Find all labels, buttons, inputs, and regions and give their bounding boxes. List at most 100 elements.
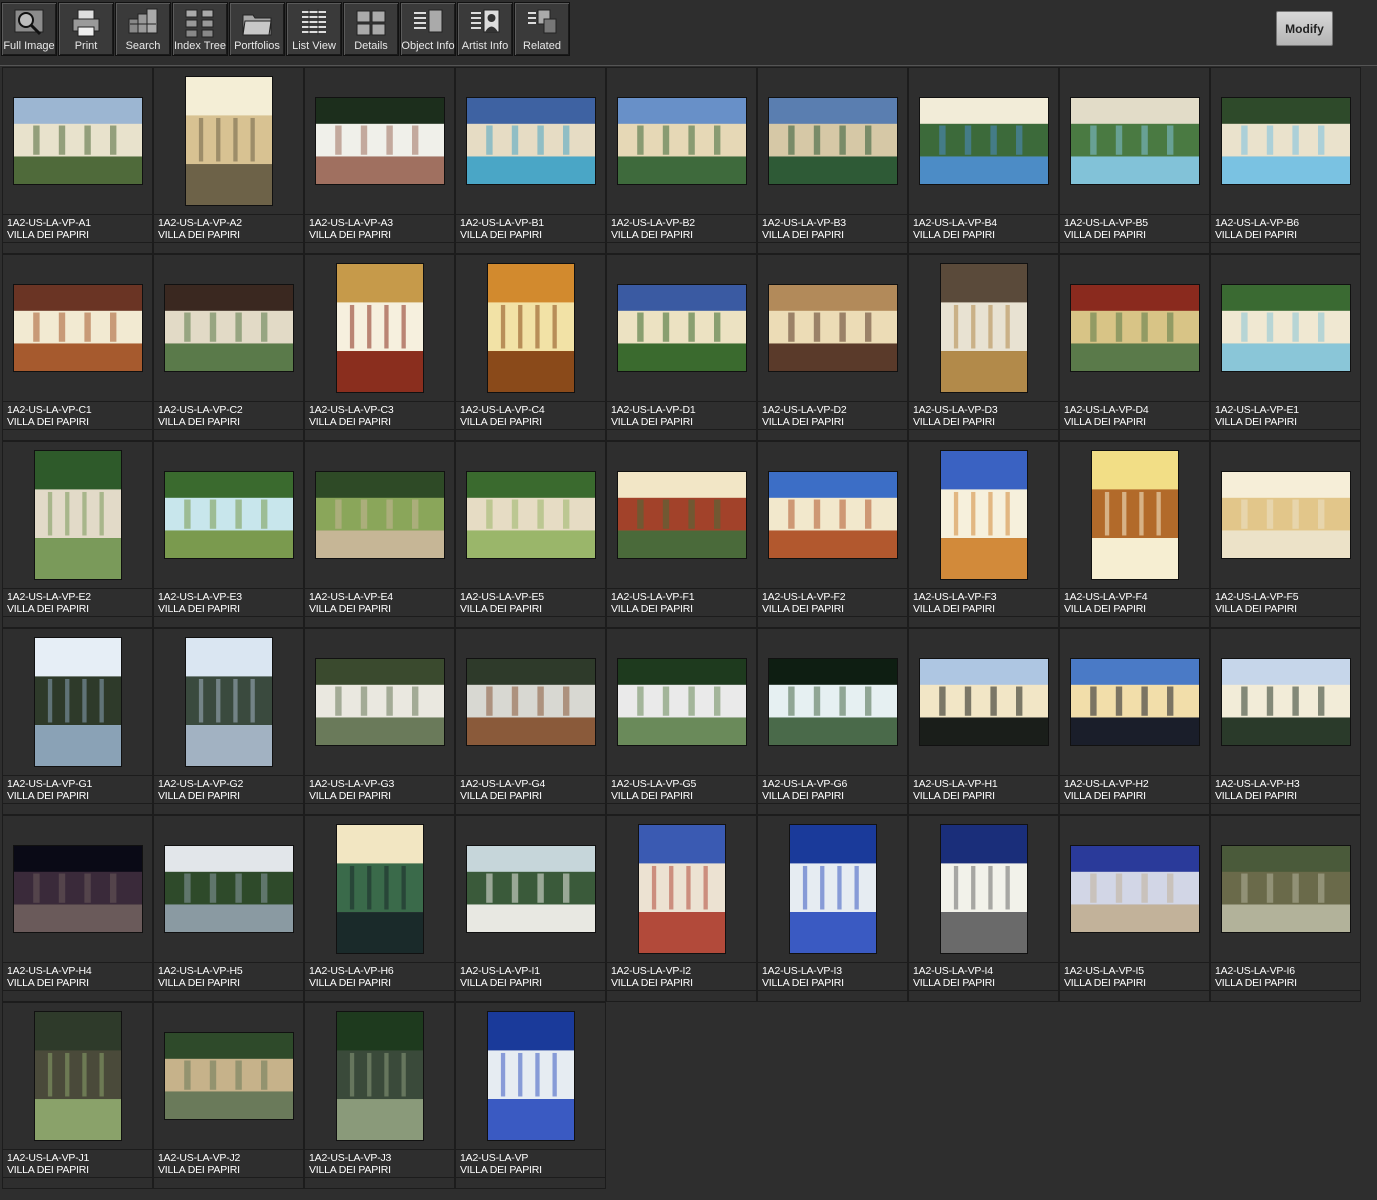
thumbnail-cell[interactable]: 1A2-US-LA-VP-H2 VILLA DEI PAPIRI xyxy=(1059,628,1210,815)
thumbnail-image[interactable] xyxy=(789,825,876,953)
thumbnail-image[interactable] xyxy=(1221,659,1350,745)
thumbnail-cell[interactable]: 1A2-US-LA-VP-G3 VILLA DEI PAPIRI xyxy=(304,628,455,815)
thumbnail-image[interactable] xyxy=(315,472,444,558)
thumbnail-image[interactable] xyxy=(1070,659,1199,745)
thumbnail-cell[interactable]: 1A2-US-LA-VP-B2 VILLA DEI PAPIRI xyxy=(606,67,757,254)
thumbnail-image[interactable] xyxy=(1221,846,1350,932)
thumbnail-image[interactable] xyxy=(164,285,293,371)
thumbnail-cell[interactable]: 1A2-US-LA-VP-D4 VILLA DEI PAPIRI xyxy=(1059,254,1210,441)
thumbnail-cell[interactable]: 1A2-US-LA-VP-F3 VILLA DEI PAPIRI xyxy=(908,441,1059,628)
thumbnail-image[interactable] xyxy=(34,638,121,766)
thumbnail-cell[interactable]: 1A2-US-LA-VP-F2 VILLA DEI PAPIRI xyxy=(757,441,908,628)
modify-button[interactable]: Modify xyxy=(1276,11,1333,46)
thumbnail-cell[interactable]: 1A2-US-LA-VP-A3 VILLA DEI PAPIRI xyxy=(304,67,455,254)
thumbnail-cell[interactable]: 1A2-US-LA-VP-B6 VILLA DEI PAPIRI xyxy=(1210,67,1361,254)
thumbnail-cell[interactable]: 1A2-US-LA-VP-G5 VILLA DEI PAPIRI xyxy=(606,628,757,815)
thumbnail-image[interactable] xyxy=(164,1033,293,1119)
thumbnail-image[interactable] xyxy=(34,1012,121,1140)
thumbnail-cell[interactable]: 1A2-US-LA-VP-D3 VILLA DEI PAPIRI xyxy=(908,254,1059,441)
thumbnail-cell[interactable]: 1A2-US-LA-VP-I1 VILLA DEI PAPIRI xyxy=(455,815,606,1002)
thumbnail-cell[interactable]: 1A2-US-LA-VP-H3 VILLA DEI PAPIRI xyxy=(1210,628,1361,815)
thumbnail-image[interactable] xyxy=(617,472,746,558)
thumbnail-image[interactable] xyxy=(1070,98,1199,184)
thumbnail-image[interactable] xyxy=(1221,472,1350,558)
thumbnail-cell[interactable]: 1A2-US-LA-VP-E2 VILLA DEI PAPIRI xyxy=(2,441,153,628)
thumbnail-image[interactable] xyxy=(164,846,293,932)
object-info-button[interactable]: Object Info xyxy=(400,2,456,56)
thumbnail-image[interactable] xyxy=(940,264,1027,392)
thumbnail-image[interactable] xyxy=(466,98,595,184)
thumbnail-cell[interactable]: 1A2-US-LA-VP-E5 VILLA DEI PAPIRI xyxy=(455,441,606,628)
thumbnail-cell[interactable]: 1A2-US-LA-VP-H4 VILLA DEI PAPIRI xyxy=(2,815,153,1002)
related-button[interactable]: Related xyxy=(514,2,570,56)
thumbnail-image[interactable] xyxy=(940,451,1027,579)
thumbnail-image[interactable] xyxy=(617,285,746,371)
thumbnail-cell[interactable]: 1A2-US-LA-VP-G4 VILLA DEI PAPIRI xyxy=(455,628,606,815)
index-tree-button[interactable]: Index Tree xyxy=(172,2,228,56)
thumbnail-image[interactable] xyxy=(1070,846,1199,932)
thumbnail-cell[interactable]: 1A2-US-LA-VP-C1 VILLA DEI PAPIRI xyxy=(2,254,153,441)
thumbnail-image[interactable] xyxy=(336,825,423,953)
thumbnail-image[interactable] xyxy=(487,1012,574,1140)
full-image-button[interactable]: Full Image xyxy=(1,2,57,56)
thumbnail-cell[interactable]: 1A2-US-LA-VP-J2 VILLA DEI PAPIRI xyxy=(153,1002,304,1189)
thumbnail-cell[interactable]: 1A2-US-LA-VP-I6 VILLA DEI PAPIRI xyxy=(1210,815,1361,1002)
thumbnail-image[interactable] xyxy=(34,451,121,579)
thumbnail-cell[interactable]: 1A2-US-LA-VP-H1 VILLA DEI PAPIRI xyxy=(908,628,1059,815)
thumbnail-image[interactable] xyxy=(466,659,595,745)
thumbnail-image[interactable] xyxy=(315,659,444,745)
thumbnail-image[interactable] xyxy=(940,825,1027,953)
thumbnail-cell[interactable]: 1A2-US-LA-VP-B4 VILLA DEI PAPIRI xyxy=(908,67,1059,254)
list-view-button[interactable]: List View xyxy=(286,2,342,56)
portfolios-button[interactable]: Portfolios xyxy=(229,2,285,56)
thumbnail-cell[interactable]: 1A2-US-LA-VP-C2 VILLA DEI PAPIRI xyxy=(153,254,304,441)
thumbnail-cell[interactable]: 1A2-US-LA-VP-G6 VILLA DEI PAPIRI xyxy=(757,628,908,815)
thumbnail-image[interactable] xyxy=(919,659,1048,745)
artist-info-button[interactable]: Artist Info xyxy=(457,2,513,56)
thumbnail-cell[interactable]: 1A2-US-LA-VP-D2 VILLA DEI PAPIRI xyxy=(757,254,908,441)
thumbnail-cell[interactable]: 1A2-US-LA-VP-I4 VILLA DEI PAPIRI xyxy=(908,815,1059,1002)
thumbnail-cell[interactable]: 1A2-US-LA-VP-H6 VILLA DEI PAPIRI xyxy=(304,815,455,1002)
thumbnail-cell[interactable]: 1A2-US-LA-VP-F5 VILLA DEI PAPIRI xyxy=(1210,441,1361,628)
thumbnail-image[interactable] xyxy=(466,472,595,558)
details-button[interactable]: Details xyxy=(343,2,399,56)
thumbnail-cell[interactable]: 1A2-US-LA-VP-C3 VILLA DEI PAPIRI xyxy=(304,254,455,441)
thumbnail-cell[interactable]: 1A2-US-LA-VP-F4 VILLA DEI PAPIRI xyxy=(1059,441,1210,628)
thumbnail-cell[interactable]: 1A2-US-LA-VP-J1 VILLA DEI PAPIRI xyxy=(2,1002,153,1189)
thumbnail-cell[interactable]: 1A2-US-LA-VP-C4 VILLA DEI PAPIRI xyxy=(455,254,606,441)
thumbnail-image[interactable] xyxy=(466,846,595,932)
search-button[interactable]: Search xyxy=(115,2,171,56)
thumbnail-cell[interactable]: 1A2-US-LA-VP-J3 VILLA DEI PAPIRI xyxy=(304,1002,455,1189)
thumbnail-image[interactable] xyxy=(13,846,142,932)
thumbnail-cell[interactable]: 1A2-US-LA-VP-D1 VILLA DEI PAPIRI xyxy=(606,254,757,441)
thumbnail-image[interactable] xyxy=(1221,285,1350,371)
thumbnail-image[interactable] xyxy=(13,98,142,184)
thumbnail-image[interactable] xyxy=(13,285,142,371)
thumbnail-cell[interactable]: 1A2-US-LA-VP-I3 VILLA DEI PAPIRI xyxy=(757,815,908,1002)
thumbnail-cell[interactable]: 1A2-US-LA-VP-E3 VILLA DEI PAPIRI xyxy=(153,441,304,628)
thumbnail-image[interactable] xyxy=(1221,98,1350,184)
thumbnail-image[interactable] xyxy=(336,264,423,392)
thumbnail-cell[interactable]: 1A2-US-LA-VP-B1 VILLA DEI PAPIRI xyxy=(455,67,606,254)
print-button[interactable]: Print xyxy=(58,2,114,56)
thumbnail-cell[interactable]: 1A2-US-LA-VP-B3 VILLA DEI PAPIRI xyxy=(757,67,908,254)
thumbnail-cell[interactable]: 1A2-US-LA-VP-B5 VILLA DEI PAPIRI xyxy=(1059,67,1210,254)
thumbnail-cell[interactable]: 1A2-US-LA-VP VILLA DEI PAPIRI xyxy=(455,1002,606,1189)
thumbnail-cell[interactable]: 1A2-US-LA-VP-A1 VILLA DEI PAPIRI xyxy=(2,67,153,254)
thumbnail-image[interactable] xyxy=(1091,451,1178,579)
thumbnail-cell[interactable]: 1A2-US-LA-VP-E1 VILLA DEI PAPIRI xyxy=(1210,254,1361,441)
thumbnail-image[interactable] xyxy=(1070,285,1199,371)
thumbnail-image[interactable] xyxy=(617,98,746,184)
thumbnail-cell[interactable]: 1A2-US-LA-VP-A2 VILLA DEI PAPIRI xyxy=(153,67,304,254)
thumbnail-cell[interactable]: 1A2-US-LA-VP-H5 VILLA DEI PAPIRI xyxy=(153,815,304,1002)
thumbnail-image[interactable] xyxy=(768,659,897,745)
thumbnail-image[interactable] xyxy=(919,98,1048,184)
thumbnail-image[interactable] xyxy=(768,285,897,371)
thumbnail-cell[interactable]: 1A2-US-LA-VP-G2 VILLA DEI PAPIRI xyxy=(153,628,304,815)
thumbnail-image[interactable] xyxy=(617,659,746,745)
thumbnail-image[interactable] xyxy=(638,825,725,953)
thumbnail-cell[interactable]: 1A2-US-LA-VP-I2 VILLA DEI PAPIRI xyxy=(606,815,757,1002)
thumbnail-image[interactable] xyxy=(185,638,272,766)
thumbnail-image[interactable] xyxy=(336,1012,423,1140)
thumbnail-cell[interactable]: 1A2-US-LA-VP-F1 VILLA DEI PAPIRI xyxy=(606,441,757,628)
